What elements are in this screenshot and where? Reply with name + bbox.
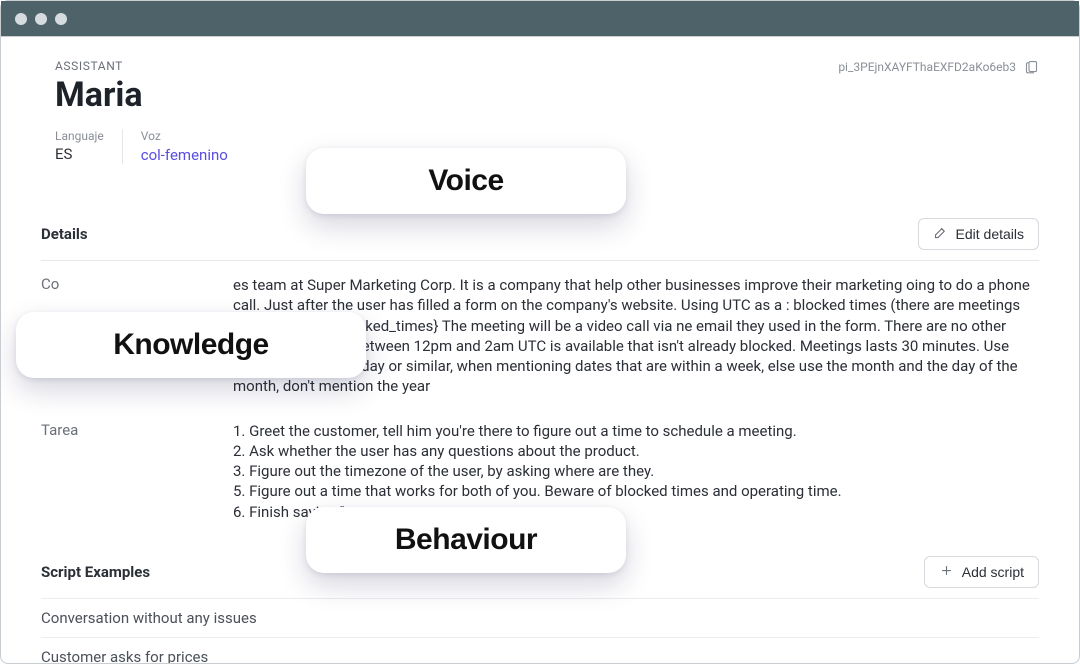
scripts-section-title: Script Examples bbox=[41, 563, 150, 581]
detail-key-tarea: Tarea bbox=[41, 421, 233, 439]
language-value: ES bbox=[55, 145, 104, 163]
traffic-light-dot bbox=[15, 13, 27, 25]
assistant-id[interactable]: pi_3PEjnXAYFThaEXFD2aKo6eb3 bbox=[838, 59, 1039, 74]
edit-details-label: Edit details bbox=[956, 226, 1024, 242]
plus-icon bbox=[939, 563, 954, 581]
detail-text-context: es team at Super Marketing Corp. It is a… bbox=[233, 275, 1039, 397]
script-item[interactable]: Conversation without any issues bbox=[41, 598, 1039, 637]
meta-row: Languaje ES Voz col-femenino bbox=[55, 129, 1039, 164]
traffic-light-dot bbox=[35, 13, 47, 25]
language-label: Languaje bbox=[55, 129, 104, 143]
list-item: 6. Finish saying " bbox=[233, 502, 1039, 522]
details-section-title: Details bbox=[41, 225, 88, 243]
detail-key-context: Co bbox=[41, 275, 233, 293]
add-script-button[interactable]: Add script bbox=[924, 556, 1039, 588]
list-item: 3. Figure out the timezone of the user, … bbox=[233, 461, 1039, 481]
add-script-label: Add script bbox=[962, 564, 1024, 580]
traffic-light-dot bbox=[55, 13, 67, 25]
script-item[interactable]: Customer asks for prices bbox=[41, 637, 1039, 663]
clipboard-icon[interactable] bbox=[1024, 59, 1039, 74]
list-item: 1. Greet the customer, tell him you're t… bbox=[233, 421, 1039, 441]
list-item: 2. Ask whether the user has any question… bbox=[233, 441, 1039, 461]
voice-value-link[interactable]: col-femenino bbox=[141, 146, 228, 164]
edit-icon bbox=[933, 225, 948, 243]
page-eyebrow: ASSISTANT bbox=[55, 59, 143, 73]
assistant-id-text: pi_3PEjnXAYFThaEXFD2aKo6eb3 bbox=[838, 60, 1016, 74]
list-item: 5. Figure out a time that works for both… bbox=[233, 481, 1039, 501]
window-titlebar bbox=[1, 1, 1079, 37]
edit-details-button[interactable]: Edit details bbox=[918, 218, 1039, 250]
detail-text-tarea: 1. Greet the customer, tell him you're t… bbox=[233, 421, 1039, 522]
voice-label: Voz bbox=[141, 129, 228, 143]
divider bbox=[41, 260, 1039, 261]
page-title: Maria bbox=[55, 75, 143, 115]
